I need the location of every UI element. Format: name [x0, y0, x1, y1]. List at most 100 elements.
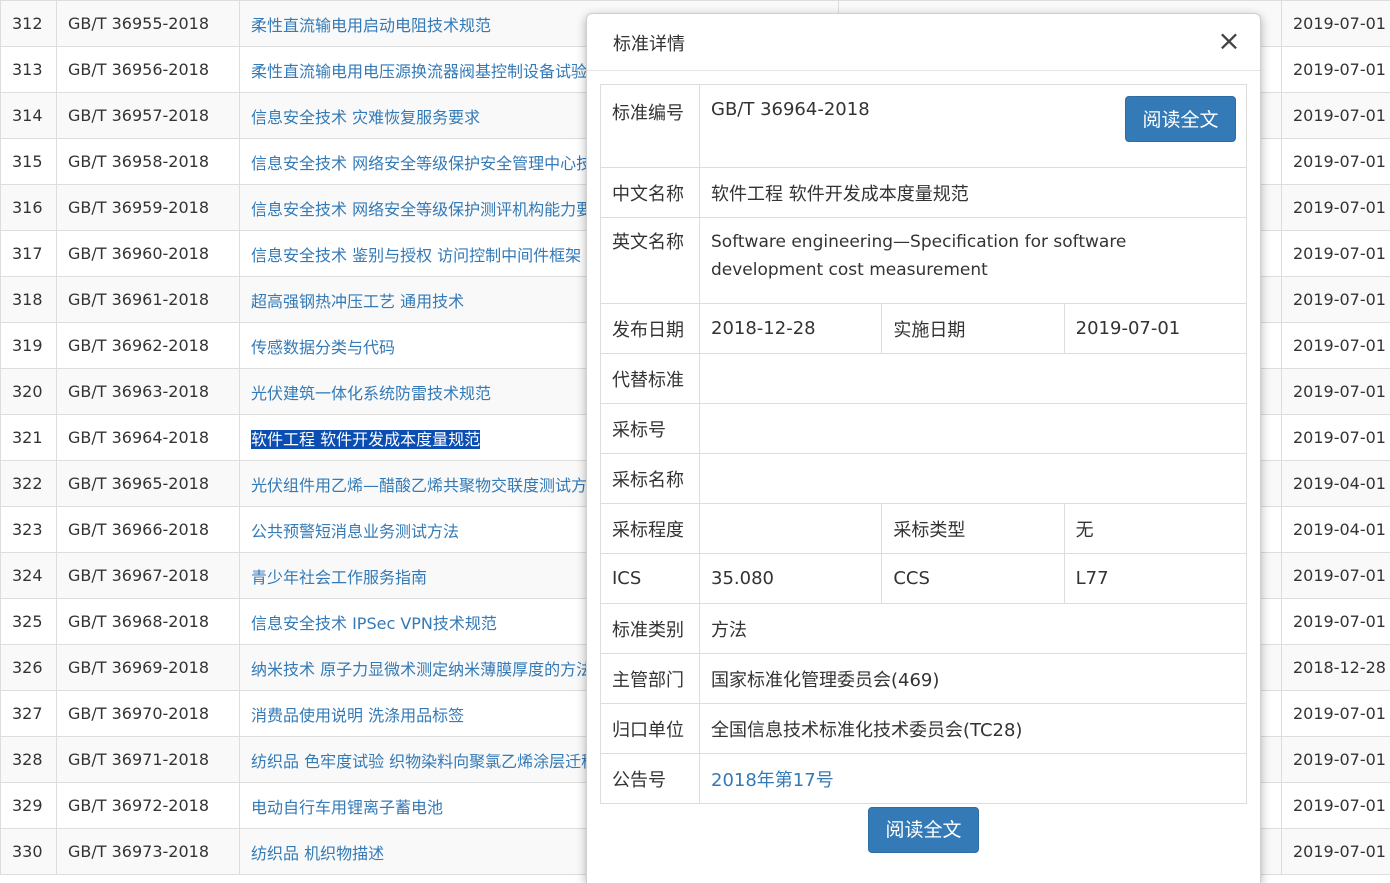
detail-row-dept: 主管部门 国家标准化管理委员会(469) [601, 654, 1247, 704]
row-name-link[interactable]: 光伏建筑一体化系统防雷技术规范 [251, 384, 491, 403]
ics-label: ICS [601, 554, 700, 604]
unit-label: 归口单位 [601, 704, 700, 754]
row-code: GB/T 36970-2018 [57, 691, 240, 737]
row-code: GB/T 36968-2018 [57, 599, 240, 645]
implement-label: 实施日期 [882, 304, 1064, 354]
row-name-link[interactable]: 纳米技术 原子力显微术测定纳米薄膜厚度的方法 [251, 660, 592, 679]
row-name-link[interactable]: 柔性直流输电用电压源换流器阀基控制设备试验 [251, 62, 587, 81]
row-name-link[interactable]: 信息安全技术 网络安全等级保护测评机构能力要 [251, 200, 592, 219]
read-full-text-button-bottom[interactable]: 阅读全文 [868, 807, 979, 853]
detail-row-ics: ICS 35.080 CCS L77 [601, 554, 1247, 604]
row-date: 2019-07-01 [1282, 323, 1390, 369]
read-full-text-button-top[interactable]: 阅读全文 [1125, 96, 1236, 142]
row-name-link[interactable]: 电动自行车用锂离子蓄电池 [251, 798, 443, 817]
code-cell: GB/T 36964-2018 阅读全文 [700, 85, 1247, 168]
row-name-link[interactable]: 传感数据分类与代码 [251, 338, 395, 357]
row-seq: 323 [1, 507, 57, 553]
row-name-link[interactable]: 消费品使用说明 洗涤用品标签 [251, 706, 464, 725]
modal-title: 标准详情 [613, 30, 685, 56]
row-date: 2019-07-01 [1282, 737, 1390, 783]
close-icon[interactable]: × [1216, 28, 1242, 54]
row-date: 2019-07-01 [1282, 277, 1390, 323]
category-value: 方法 [700, 604, 1247, 654]
row-code: GB/T 36971-2018 [57, 737, 240, 783]
detail-row-adopt-no: 采标号 [601, 404, 1247, 454]
row-code: GB/T 36966-2018 [57, 507, 240, 553]
dept-value: 国家标准化管理委员会(469) [700, 654, 1247, 704]
row-date: 2019-07-01 [1282, 415, 1390, 461]
detail-table: 标准编号 GB/T 36964-2018 阅读全文 中文名称 软件工程 软件开发… [600, 84, 1247, 804]
row-date: 2019-07-01 [1282, 599, 1390, 645]
adopt-name-value [700, 454, 1247, 504]
adopt-type-label: 采标类型 [882, 504, 1064, 554]
row-seq: 330 [1, 829, 57, 875]
row-name-link[interactable]: 信息安全技术 鉴别与授权 访问控制中间件框架 [251, 246, 581, 265]
standard-detail-modal: 标准详情 × 标准编号 GB/T 36964-2018 阅读全文 中文名称 软件… [586, 13, 1261, 883]
row-date: 2018-12-28 [1282, 645, 1390, 691]
row-code: GB/T 36956-2018 [57, 47, 240, 93]
adopt-no-value [700, 404, 1247, 454]
ics-value: 35.080 [700, 554, 882, 604]
row-seq: 321 [1, 415, 57, 461]
en-name-label: 英文名称 [601, 218, 700, 304]
row-seq: 316 [1, 185, 57, 231]
row-date: 2019-07-01 [1282, 185, 1390, 231]
row-code: GB/T 36959-2018 [57, 185, 240, 231]
row-name-link[interactable]: 纺织品 色牢度试验 织物染料向聚氯乙烯涂层迁移 [251, 752, 597, 771]
cn-name-label: 中文名称 [601, 168, 700, 218]
detail-row-cn-name: 中文名称 软件工程 软件开发成本度量规范 [601, 168, 1247, 218]
row-date: 2019-07-01 [1282, 47, 1390, 93]
row-code: GB/T 36972-2018 [57, 783, 240, 829]
adopt-type-value: 无 [1064, 504, 1246, 554]
row-seq: 318 [1, 277, 57, 323]
row-code: GB/T 36961-2018 [57, 277, 240, 323]
detail-row-adopt-degree: 采标程度 采标类型 无 [601, 504, 1247, 554]
row-code: GB/T 36960-2018 [57, 231, 240, 277]
row-name-link[interactable]: 信息安全技术 网络安全等级保护安全管理中心技 [251, 154, 592, 173]
row-seq: 317 [1, 231, 57, 277]
row-date: 2019-07-01 [1282, 783, 1390, 829]
row-date: 2019-07-01 [1282, 369, 1390, 415]
category-label: 标准类别 [601, 604, 700, 654]
adopt-degree-label: 采标程度 [601, 504, 700, 554]
adopt-no-label: 采标号 [601, 404, 700, 454]
row-seq: 328 [1, 737, 57, 783]
row-seq: 324 [1, 553, 57, 599]
row-name-link[interactable]: 信息安全技术 灾难恢复服务要求 [251, 108, 480, 127]
publish-value: 2018-12-28 [700, 304, 882, 354]
row-seq: 327 [1, 691, 57, 737]
row-seq: 326 [1, 645, 57, 691]
code-label: 标准编号 [601, 85, 700, 168]
ccs-label: CCS [882, 554, 1064, 604]
row-name-link[interactable]: 公共预警短消息业务测试方法 [251, 522, 459, 541]
row-name-link[interactable]: 光伏组件用乙烯—醋酸乙烯共聚物交联度测试方 [251, 476, 587, 495]
row-seq: 314 [1, 93, 57, 139]
ccs-value: L77 [1064, 554, 1246, 604]
row-code: GB/T 36969-2018 [57, 645, 240, 691]
notice-cell: 2018年第17号 [700, 754, 1247, 804]
notice-link[interactable]: 2018年第17号 [711, 770, 834, 791]
row-name-link[interactable]: 青少年社会工作服务指南 [251, 568, 427, 587]
row-seq: 315 [1, 139, 57, 185]
row-name-link[interactable]: 超高强钢热冲压工艺 通用技术 [251, 292, 464, 311]
row-code: GB/T 36957-2018 [57, 93, 240, 139]
row-date: 2019-07-01 [1282, 1, 1390, 47]
row-date: 2019-07-01 [1282, 553, 1390, 599]
modal-header: 标准详情 × [587, 14, 1260, 71]
detail-row-category: 标准类别 方法 [601, 604, 1247, 654]
row-date: 2019-04-01 [1282, 507, 1390, 553]
code-value: GB/T 36964-2018 [711, 99, 870, 120]
row-name-link[interactable]: 纺织品 机织物描述 [251, 844, 384, 863]
row-name-link[interactable]: 信息安全技术 IPSec VPN技术规范 [251, 614, 497, 633]
row-seq: 325 [1, 599, 57, 645]
detail-row-adopt-name: 采标名称 [601, 454, 1247, 504]
row-name-link[interactable]: 柔性直流输电用启动电阻技术规范 [251, 16, 491, 35]
row-code: GB/T 36964-2018 [57, 415, 240, 461]
row-seq: 322 [1, 461, 57, 507]
row-date: 2019-04-01 [1282, 461, 1390, 507]
row-name-link[interactable]: 软件工程 软件开发成本度量规范 [251, 430, 480, 449]
unit-value: 全国信息技术标准化技术委员会(TC28) [700, 704, 1247, 754]
replace-value [700, 354, 1247, 404]
row-code: GB/T 36973-2018 [57, 829, 240, 875]
row-code: GB/T 36967-2018 [57, 553, 240, 599]
